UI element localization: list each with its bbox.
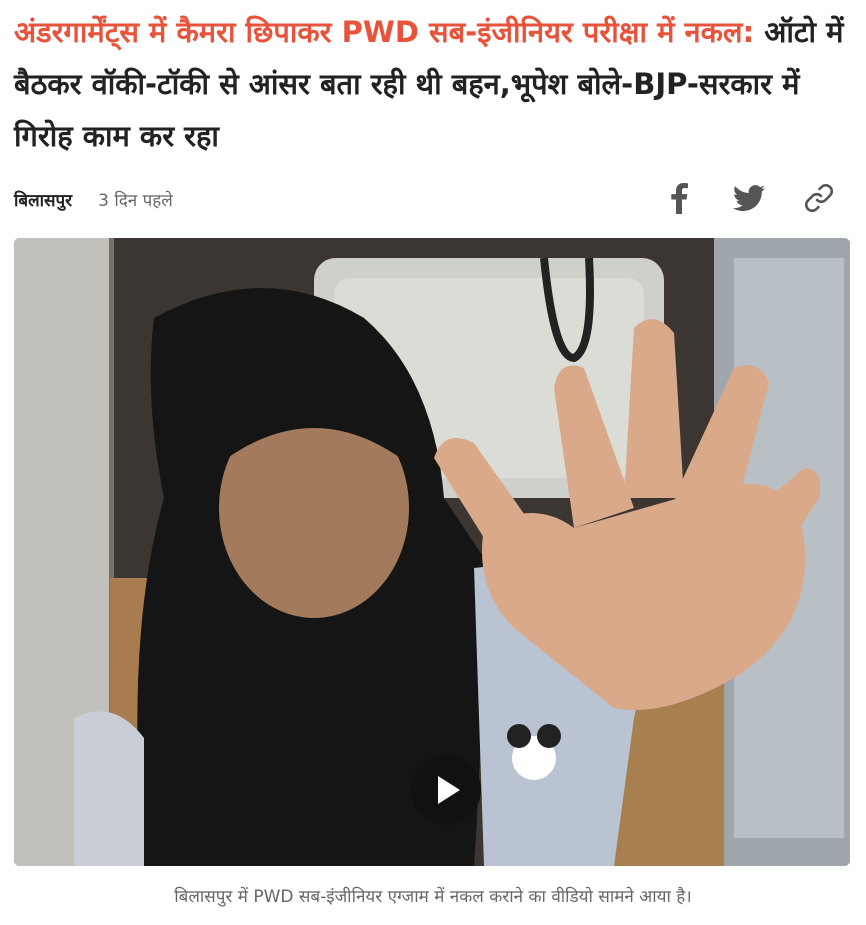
twitter-icon[interactable] [732, 181, 766, 215]
video-player[interactable] [14, 238, 850, 866]
location-label[interactable]: बिलासपुर [14, 188, 72, 211]
publish-time: 3 दिन पहले [98, 190, 173, 211]
play-icon [438, 776, 460, 804]
headline: अंडरगार्मेंट्स में कैमरा छिपाकर PWD सब-इ… [14, 6, 854, 162]
article: अंडरगार्मेंट्स में कैमरा छिपाकर PWD सब-इ… [0, 0, 866, 925]
facebook-icon[interactable] [662, 181, 696, 215]
article-meta: बिलासपुर 3 दिन पहले [14, 184, 173, 214]
headline-accent: अंडरगार्मेंट्स में कैमरा छिपाकर PWD सब-इ… [14, 15, 755, 49]
play-button[interactable] [411, 755, 481, 825]
video-caption: बिलासपुर में PWD सब-इंजीनियर एग्जाम में … [174, 887, 692, 907]
share-bar [662, 178, 836, 218]
link-icon[interactable] [802, 181, 836, 215]
